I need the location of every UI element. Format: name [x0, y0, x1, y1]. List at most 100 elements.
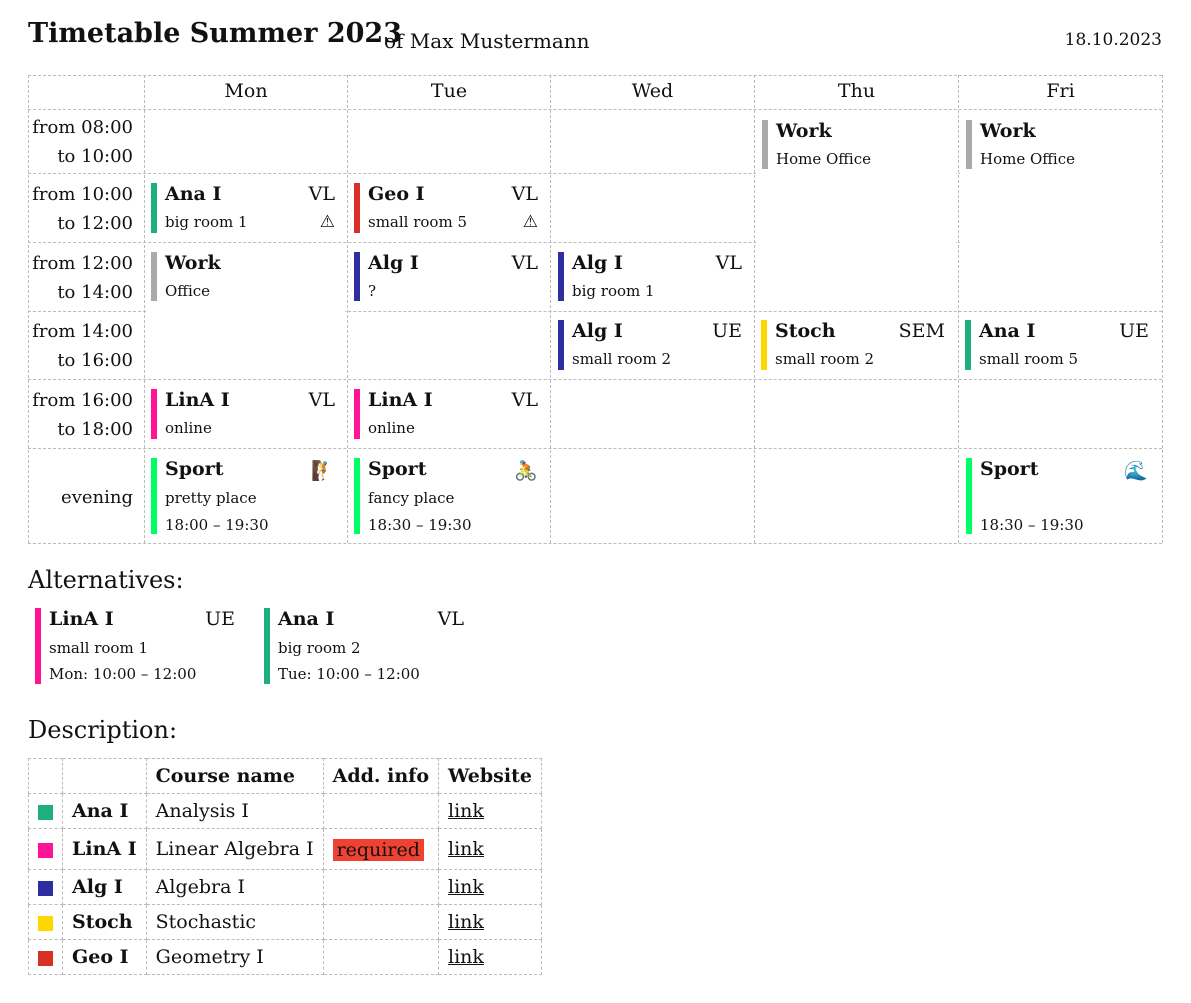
column-header: Course name: [145, 758, 324, 794]
column-header: Website: [438, 758, 542, 794]
day-header-thu: Thu: [837, 80, 876, 102]
event-tue-geo[interactable]: Geo I VL small room 5 ⚠: [354, 183, 548, 233]
time-slot-label: evening: [61, 487, 133, 508]
course-name: Linear Algebra I: [145, 828, 324, 870]
event-tue-sport[interactable]: Sport 🚴 fancy place 18:30 – 19:30: [354, 458, 548, 534]
grid-line: [144, 75, 145, 543]
course-info: [322, 904, 440, 940]
grid-line: [1162, 75, 1163, 543]
date-label: 18.10.2023: [1064, 30, 1162, 50]
column-header: [28, 758, 63, 794]
color-swatch: [38, 915, 53, 931]
event-color-bar: [354, 389, 360, 439]
grid-line: [28, 379, 1162, 380]
page-title: Timetable Summer 2023: [28, 18, 402, 49]
grid-line: [754, 75, 755, 543]
time-slot-label: from 14:00 to 16:00: [32, 321, 133, 371]
time-slot-label: from 12:00 to 14:00: [32, 253, 133, 303]
event-thu-work[interactable]: Work Home Office: [762, 120, 954, 169]
event-thu-stoch[interactable]: Stoch SEM small room 2: [761, 320, 955, 370]
page-subtitle: of Max Mustermann: [384, 29, 590, 53]
table-row: Ana I Analysis I link: [28, 793, 542, 829]
course-short: Ana I: [62, 793, 147, 829]
table-row: LinA I Linear Algebra I required link: [28, 828, 542, 870]
day-header-fri: Fri: [1046, 80, 1075, 102]
course-info: [322, 793, 440, 829]
color-swatch: [38, 950, 53, 966]
course-name: Geometry I: [145, 939, 324, 975]
grid-line: [347, 75, 348, 543]
website-link[interactable]: link: [448, 876, 484, 898]
event-fri-ana[interactable]: Ana I UE small room 5: [965, 320, 1159, 370]
event-wed-alg-ue[interactable]: Alg I UE small room 2: [558, 320, 752, 370]
description-heading: Description:: [28, 716, 178, 744]
course-short: Alg I: [62, 869, 147, 905]
event-color-bar: [151, 252, 157, 301]
course-short: LinA I: [62, 828, 147, 870]
event-mon-lina[interactable]: LinA I VL online: [151, 389, 345, 439]
website-link[interactable]: link: [448, 800, 484, 822]
wave-icon: 🌊: [1124, 460, 1148, 482]
climbing-icon: 🧗: [311, 460, 335, 482]
day-header-mon: Mon: [224, 80, 268, 102]
bicycle-icon: 🚴: [514, 460, 538, 482]
course-short: Stoch: [62, 904, 147, 940]
event-mon-work[interactable]: Work Office: [151, 252, 345, 301]
course-info: required: [322, 828, 440, 870]
course-name: Algebra I: [145, 869, 324, 905]
day-header-tue: Tue: [430, 80, 468, 102]
event-color-bar: [966, 120, 972, 169]
website-link[interactable]: link: [448, 911, 484, 933]
event-color-bar: [35, 608, 41, 684]
event-color-bar: [354, 458, 360, 534]
website-link[interactable]: link: [448, 838, 484, 860]
required-badge: required: [332, 839, 424, 861]
description-table: Course name Add. info Website Ana I Anal…: [28, 758, 542, 975]
course-info: [322, 939, 440, 975]
grid-line: [28, 543, 1162, 544]
event-color-bar: [354, 183, 360, 233]
color-swatch: [38, 880, 53, 896]
day-header-wed: Wed: [631, 80, 674, 102]
column-header: Add. info: [322, 758, 440, 794]
alternative-lina[interactable]: LinA I UE small room 1 Mon: 10:00 – 12:0…: [35, 608, 245, 684]
event-color-bar: [151, 389, 157, 439]
warning-icon: ⚠: [522, 212, 538, 232]
table-row: Stoch Stochastic link: [28, 904, 542, 940]
event-color-bar: [761, 320, 767, 370]
event-color-bar: [151, 458, 157, 534]
website-link[interactable]: link: [448, 946, 484, 968]
time-slot-label: from 16:00 to 18:00: [32, 390, 133, 440]
event-tue-alg[interactable]: Alg I VL ?: [354, 252, 548, 301]
event-tue-lina[interactable]: LinA I VL online: [354, 389, 548, 439]
table-header-row: Course name Add. info Website: [28, 758, 542, 794]
event-wed-alg[interactable]: Alg I VL big room 1: [558, 252, 752, 301]
event-mon-ana[interactable]: Ana I VL big room 1 ⚠: [151, 183, 345, 233]
alternatives-heading: Alternatives:: [28, 566, 184, 594]
warning-icon: ⚠: [319, 212, 335, 232]
column-header: [62, 758, 147, 794]
time-slot-label: from 10:00 to 12:00: [32, 184, 133, 234]
grid-line: [958, 75, 959, 543]
event-color-bar: [762, 120, 768, 169]
grid-line: [28, 75, 1162, 76]
alternative-ana[interactable]: Ana I VL big room 2 Tue: 10:00 – 12:00: [264, 608, 474, 684]
event-color-bar: [151, 183, 157, 233]
color-swatch: [38, 804, 53, 820]
course-name: Analysis I: [145, 793, 324, 829]
event-color-bar: [965, 320, 971, 370]
course-info: [322, 869, 440, 905]
event-mon-sport[interactable]: Sport 🧗 pretty place 18:00 – 19:30: [151, 458, 345, 534]
event-fri-work[interactable]: Work Home Office: [966, 120, 1158, 169]
event-color-bar: [264, 608, 270, 684]
event-fri-sport[interactable]: Sport 🌊 18:30 – 19:30: [966, 458, 1158, 534]
grid-line: [28, 448, 1162, 449]
event-color-bar: [966, 458, 972, 534]
table-row: Alg I Algebra I link: [28, 869, 542, 905]
event-color-bar: [558, 320, 564, 370]
table-row: Geo I Geometry I link: [28, 939, 542, 975]
time-slot-label: from 08:00 to 10:00: [32, 117, 133, 167]
event-color-bar: [354, 252, 360, 301]
grid-line: [550, 75, 551, 543]
event-color-bar: [558, 252, 564, 301]
